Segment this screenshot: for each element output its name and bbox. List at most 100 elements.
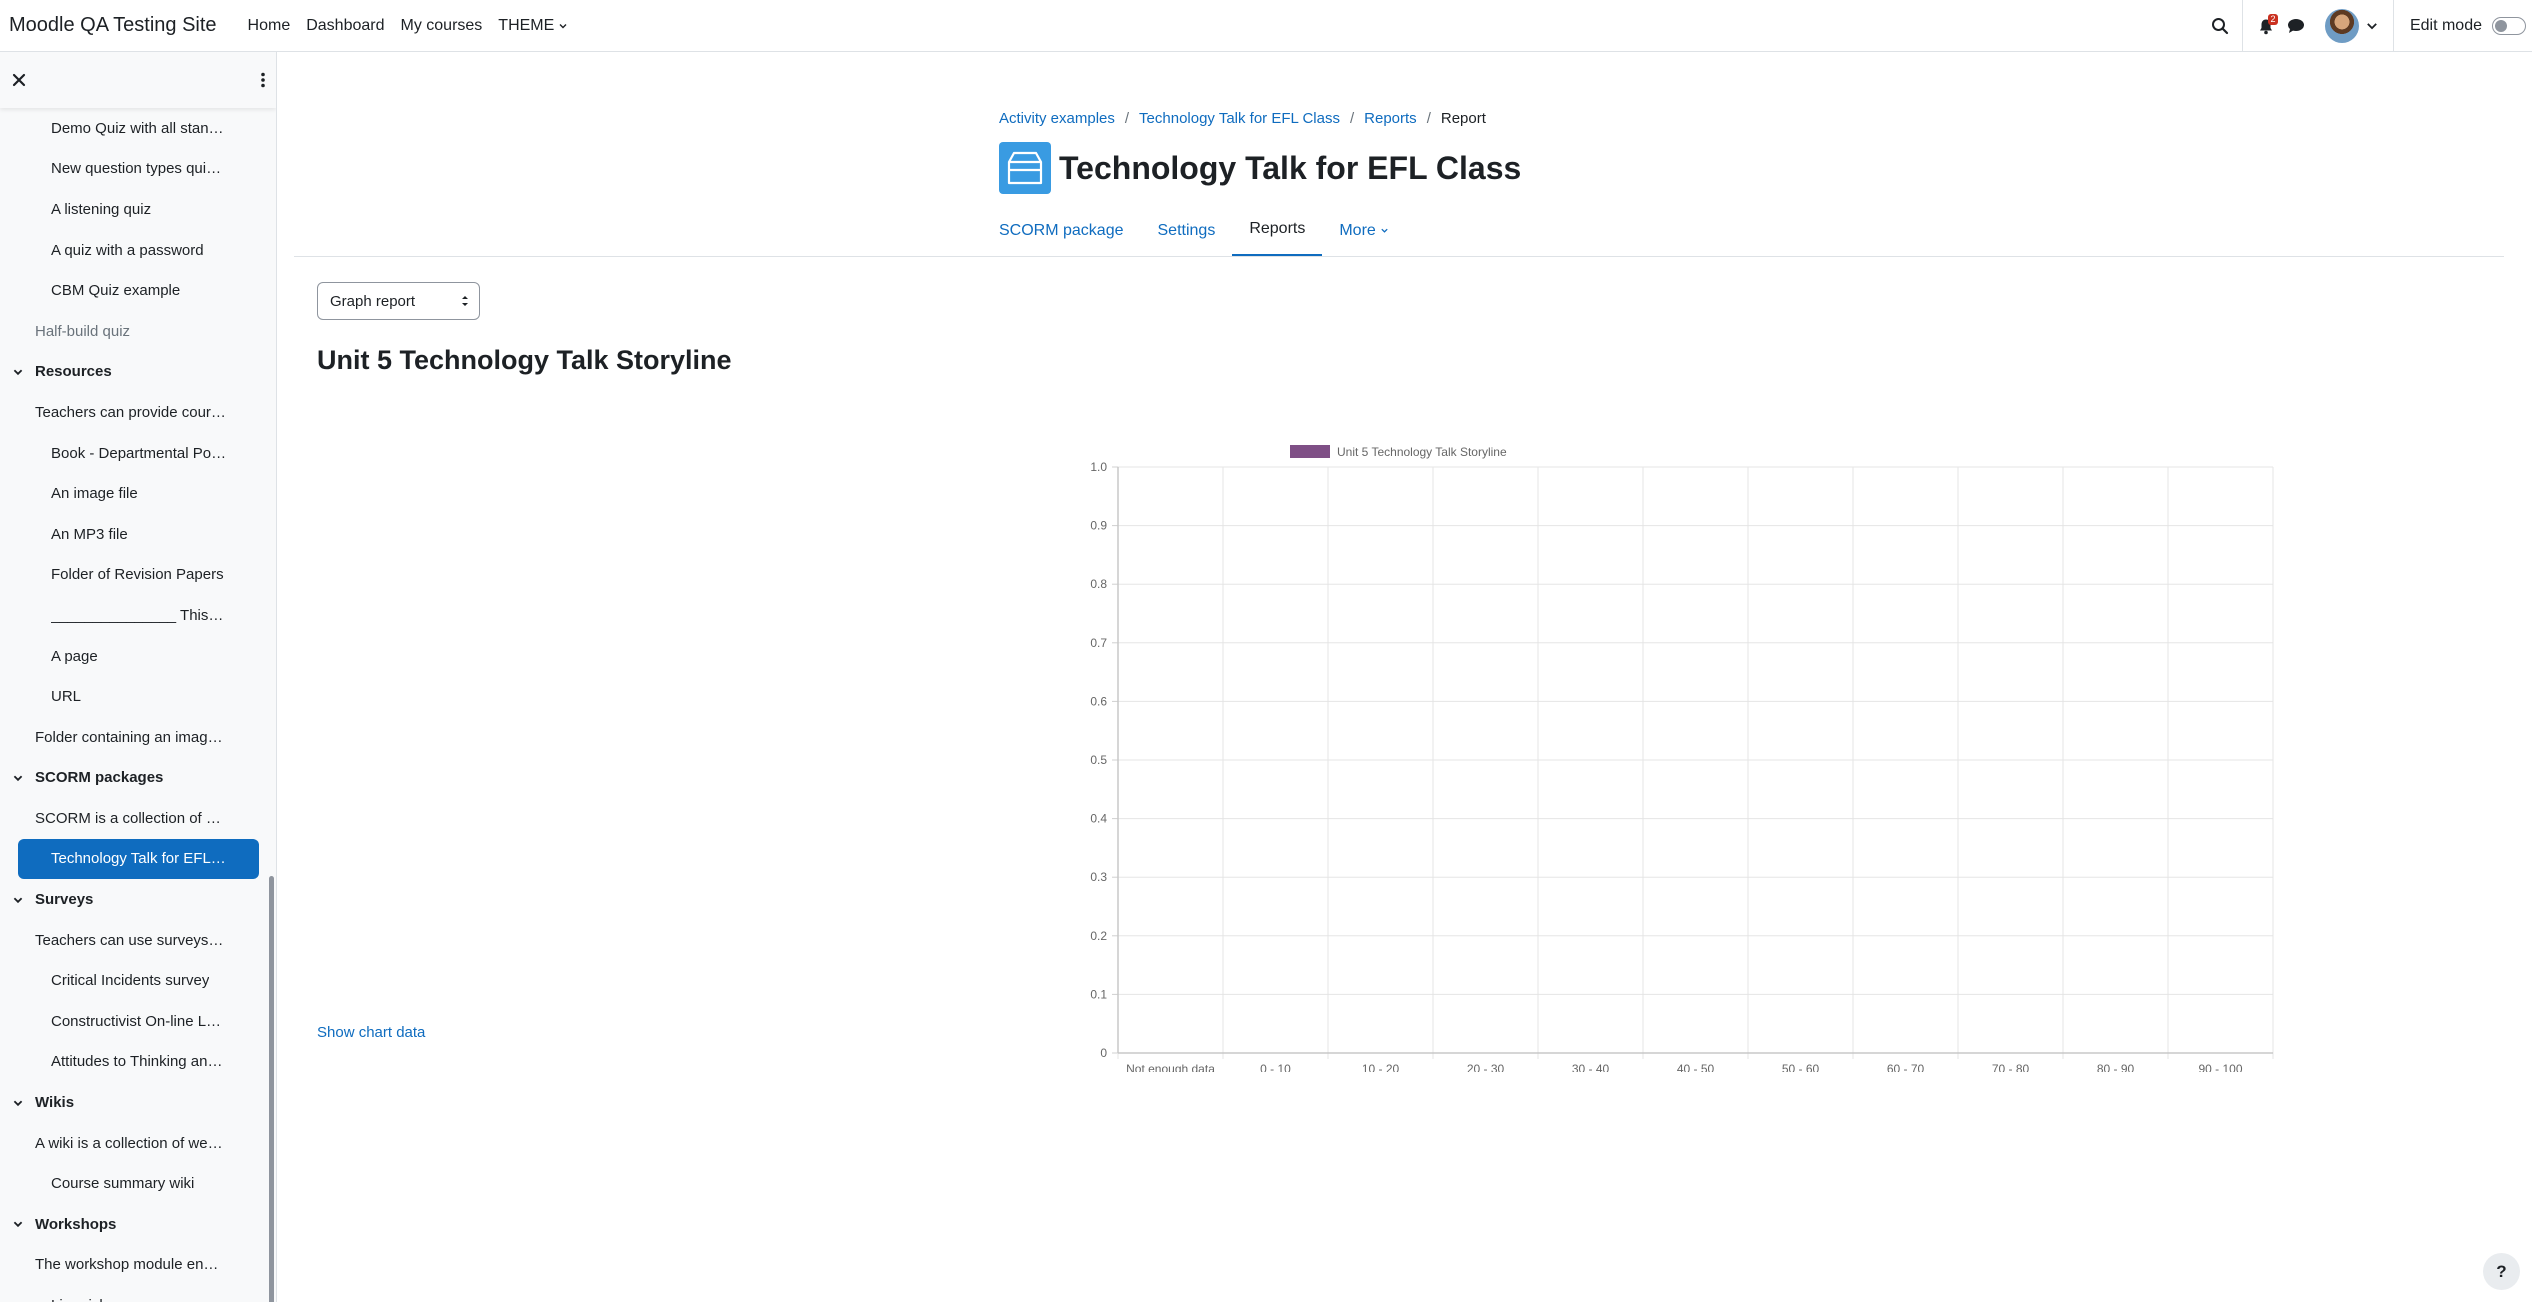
section-collapse-chevron-icon[interactable] (12, 894, 24, 906)
course-index-item[interactable]: Folder containing an imag… (0, 717, 268, 758)
activity-label: Folder containing an imag… (35, 728, 223, 746)
chevron-down-icon (1381, 228, 1388, 233)
course-index-item[interactable]: An MP3 file (0, 514, 268, 555)
nav-dashboard-link[interactable]: Dashboard (306, 17, 384, 35)
chart-xtick-label: 0 - 10 (1260, 1062, 1291, 1072)
chart-ytick-label: 0.7 (1090, 636, 1107, 650)
course-index-section[interactable]: Workshops (0, 1204, 268, 1245)
chart-ytick-label: 0.1 (1090, 987, 1107, 1001)
section-collapse-chevron-icon[interactable] (12, 366, 24, 378)
close-drawer-icon[interactable] (12, 73, 26, 87)
activity-label: Critical Incidents survey (51, 972, 210, 990)
section-label: Surveys (35, 891, 94, 909)
breadcrumb-link-reports[interactable]: Reports (1364, 110, 1417, 127)
course-index-list: Demo Quiz with all stan… New question typ… (0, 108, 268, 1302)
course-index-item[interactable]: A listening quiz (0, 189, 268, 230)
course-index-item[interactable]: Teachers can use surveys… (0, 920, 268, 961)
section-collapse-chevron-icon[interactable] (12, 1218, 24, 1230)
activity-label: Constructivist On-line L… (51, 1012, 222, 1030)
help-button[interactable]: ? (2483, 1253, 2520, 1290)
chart-xtick-label: 70 - 80 (1992, 1062, 2030, 1072)
course-index-item[interactable]: Critical Incidents survey (0, 960, 268, 1001)
chart-ytick-label: 0 (1100, 1046, 1107, 1060)
chart-xtick-label: 30 - 40 (1572, 1062, 1610, 1072)
navbar-divider (2241, 0, 2243, 52)
chart-xtick-label: 90 - 100 (2198, 1062, 2242, 1072)
course-index-item[interactable]: Attitudes to Thinking an… (0, 1042, 268, 1083)
activity-label: SCORM is a collection of … (35, 809, 221, 827)
show-chart-data-link[interactable]: Show chart data (317, 1024, 425, 1041)
course-index-item[interactable]: Book - Departmental Po… (0, 433, 268, 474)
course-index-item[interactable]: New question types qui… (0, 149, 268, 190)
course-index-section[interactable]: Wikis (0, 1082, 268, 1123)
nav-theme-dropdown[interactable]: THEME (498, 17, 568, 35)
section-label: Resources (35, 363, 112, 381)
activity-label: _______________ This… (51, 606, 224, 624)
nav-theme-label: THEME (498, 16, 555, 34)
course-index-item[interactable]: A wiki is a collection of we… (0, 1123, 268, 1164)
drawer-scrollbar[interactable] (269, 876, 274, 1302)
section-label: Workshops (35, 1215, 117, 1233)
breadcrumb-link-activity-examples[interactable]: Activity examples (999, 110, 1115, 127)
course-index-item[interactable]: Teachers can provide cour… (0, 392, 268, 433)
course-index-item[interactable]: Demo Quiz with all stan… (0, 108, 268, 149)
nav-home-link[interactable]: Home (248, 17, 291, 35)
chevron-down-icon (559, 23, 567, 28)
nav-my-courses-link[interactable]: My courses (401, 17, 483, 35)
section-collapse-chevron-icon[interactable] (12, 1097, 24, 1109)
chart-ytick-label: 0.4 (1090, 812, 1107, 826)
tab-more-label: More (1339, 221, 1376, 239)
course-index-item[interactable]: _______________ This… (0, 595, 268, 636)
chart-ytick-label: 0.5 (1090, 753, 1107, 767)
course-index-item[interactable]: The workshop module en… (0, 1245, 268, 1286)
section-label: Wikis (35, 1094, 75, 1112)
secondary-navigation-tabs: SCORM package Settings Reports More (999, 204, 1406, 257)
messages-chat-icon[interactable] (2281, 11, 2311, 41)
chart-xtick-label: 20 - 30 (1467, 1062, 1505, 1072)
course-index-item[interactable]: SCORM is a collection of … (0, 798, 268, 839)
chart-xtick-label: 10 - 20 (1362, 1062, 1400, 1072)
activity-label: Teachers can use surveys… (35, 931, 224, 949)
top-navbar: Moodle QA Testing Site Home Dashboard My… (0, 0, 2532, 52)
activity-label: Attitudes to Thinking an… (51, 1053, 223, 1071)
course-index-item-active[interactable]: Technology Talk for EFL… (18, 838, 259, 880)
search-icon[interactable] (2205, 11, 2235, 41)
breadcrumb-link-activity[interactable]: Technology Talk for EFL Class (1139, 110, 1340, 127)
activity-label: New question types qui… (51, 160, 222, 178)
site-name-link[interactable]: Moodle QA Testing Site (9, 14, 217, 37)
tab-more-dropdown[interactable]: More (1322, 204, 1405, 257)
course-index-item[interactable]: CBM Quiz example (0, 270, 268, 311)
activity-label: Folder of Revision Papers (51, 566, 224, 584)
course-index-item[interactable]: Constructivist On-line L… (0, 1001, 268, 1042)
course-index-section[interactable]: SCORM packages (0, 758, 268, 799)
course-index-item[interactable]: Half-build quiz (0, 311, 268, 352)
course-index-item[interactable]: A page (0, 636, 268, 677)
page-title: Technology Talk for EFL Class (1059, 149, 1522, 186)
tab-reports[interactable]: Reports (1232, 204, 1323, 257)
course-index-item[interactable]: A quiz with a password (0, 230, 268, 271)
course-index-section[interactable]: Surveys (0, 879, 268, 920)
user-menu-chevron-down-icon[interactable] (2365, 19, 2379, 33)
user-avatar[interactable] (2324, 9, 2359, 43)
course-index-item[interactable]: Limericks (0, 1285, 268, 1302)
tab-settings[interactable]: Settings (1141, 204, 1233, 257)
chart-xtick-label: 50 - 60 (1782, 1062, 1820, 1072)
course-index-item[interactable]: An image file (0, 473, 268, 514)
edit-mode-label: Edit mode (2409, 17, 2482, 34)
notifications-bell-icon[interactable]: 2 (2251, 11, 2281, 41)
course-index-item[interactable]: URL (0, 676, 268, 717)
course-index-item[interactable]: Course summary wiki (0, 1163, 268, 1204)
more-options-kebab-icon[interactable] (260, 72, 266, 88)
activity-label: Technology Talk for EFL… (51, 850, 226, 868)
edit-mode-toggle[interactable] (2492, 17, 2526, 35)
course-index-section[interactable]: Resources (0, 352, 268, 393)
chart-ytick-label: 0.3 (1090, 870, 1107, 884)
tab-scorm-package[interactable]: SCORM package (999, 204, 1141, 257)
section-collapse-chevron-icon[interactable] (12, 772, 24, 784)
edit-mode-control[interactable]: Edit mode (2410, 17, 2526, 35)
course-index-item[interactable]: Folder of Revision Papers (0, 555, 268, 596)
scorm-package-icon (999, 142, 1051, 194)
report-type-select[interactable]: Graph report (317, 282, 480, 320)
chart-ytick-label: 0.6 (1090, 694, 1107, 708)
navbar-divider-2 (2392, 0, 2394, 52)
